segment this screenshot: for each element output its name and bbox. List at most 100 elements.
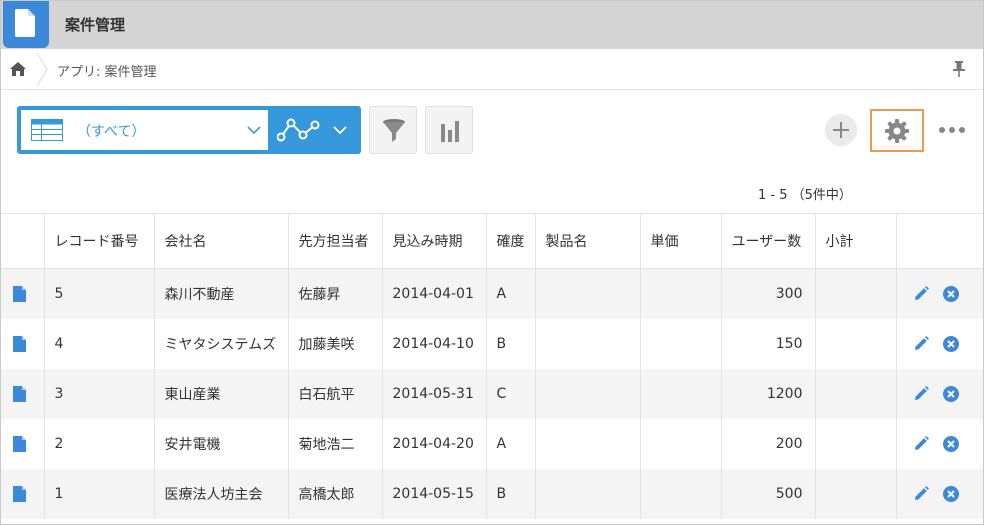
- cell-rank: A: [486, 418, 536, 469]
- pin-icon[interactable]: [951, 60, 967, 78]
- document-icon[interactable]: [13, 485, 26, 502]
- column-header[interactable]: 確度: [486, 213, 536, 269]
- cell-subtotal: [815, 368, 897, 419]
- ellipsis-icon[interactable]: [937, 121, 967, 139]
- gear-icon: [885, 119, 909, 143]
- cell-subtotal: [815, 418, 897, 469]
- cell-contact: 白石航平: [288, 368, 383, 419]
- table-row[interactable]: 2 安井電機 菊地浩二 2014-04-20 A 200: [1, 418, 983, 469]
- cell-users: 300: [721, 268, 816, 319]
- row-action-cell: [896, 368, 983, 419]
- document-icon[interactable]: [13, 385, 26, 402]
- cell-id: 4: [44, 318, 155, 369]
- cell-contact: 高橋太郎: [288, 468, 383, 519]
- column-header[interactable]: ユーザー数: [721, 213, 816, 269]
- cell-company: 医療法人坊主会: [154, 468, 289, 519]
- row-action-cell: [896, 418, 983, 469]
- column-header[interactable]: 小計: [815, 213, 897, 269]
- cell-users: 500: [721, 468, 816, 519]
- column-header[interactable]: レコード番号: [44, 213, 155, 269]
- column-header[interactable]: 単価: [640, 213, 722, 269]
- cell-rank: B: [486, 318, 536, 369]
- cell-price: [640, 268, 722, 319]
- row-detail-cell: [1, 318, 45, 369]
- column-header[interactable]: 製品名: [535, 213, 641, 269]
- record-count: 1 - 5 （5件中）: [758, 188, 852, 203]
- close-circle-icon[interactable]: [942, 485, 959, 502]
- cell-rank: C: [486, 368, 536, 419]
- cell-subtotal: [815, 268, 897, 319]
- table-row[interactable]: 3 東山産業 白石航平 2014-05-31 C 1200: [1, 368, 983, 419]
- cell-price: [640, 368, 722, 419]
- pencil-icon[interactable]: [913, 435, 929, 452]
- cell-subtotal: [815, 318, 897, 369]
- settings-button[interactable]: [870, 109, 924, 152]
- cell-id: 1: [44, 468, 155, 519]
- row-detail-cell: [1, 268, 45, 319]
- app-header: 案件管理: [1, 1, 983, 49]
- table-header-row: レコード番号 会社名 先方担当者 見込み時期 確度 製品名 単価 ユーザー数 小…: [1, 213, 983, 269]
- add-record-button[interactable]: [825, 114, 857, 146]
- cell-product: [535, 418, 641, 469]
- chevron-down-icon: [247, 126, 261, 135]
- cell-id: 2: [44, 418, 155, 469]
- plus-icon: [833, 122, 849, 138]
- cell-company: 安井電機: [154, 418, 289, 469]
- row-action-cell: [896, 318, 983, 369]
- pencil-icon[interactable]: [913, 285, 929, 302]
- cell-contact: 菊地浩二: [288, 418, 383, 469]
- cell-product: [535, 268, 641, 319]
- close-circle-icon[interactable]: [942, 385, 959, 402]
- graph-button[interactable]: [425, 106, 473, 154]
- cell-users: 1200: [721, 368, 816, 419]
- document-icon[interactable]: [13, 435, 26, 452]
- cell-price: [640, 418, 722, 469]
- cell-rank: A: [486, 268, 536, 319]
- header-icon-cell: [1, 213, 45, 269]
- view-label: （すべて）: [77, 124, 146, 140]
- cell-company: 森川不動産: [154, 268, 289, 319]
- chevron-down-icon[interactable]: [333, 125, 347, 135]
- funnel-icon: [383, 119, 405, 142]
- app-title: 案件管理: [65, 16, 126, 34]
- document-icon[interactable]: [13, 335, 26, 352]
- breadcrumb-separator: [36, 53, 48, 86]
- document-icon[interactable]: [13, 285, 26, 302]
- column-header[interactable]: 見込み時期: [382, 213, 487, 269]
- table-row[interactable]: 1 医療法人坊主会 高橋太郎 2014-05-15 B 500: [1, 468, 983, 519]
- document-app-icon[interactable]: [3, 1, 49, 48]
- cell-contact: 佐藤昇: [288, 268, 383, 319]
- cell-company: 東山産業: [154, 368, 289, 419]
- pencil-icon[interactable]: [913, 385, 929, 402]
- breadcrumb: アプリ: 案件管理: [1, 49, 983, 90]
- cell-date: 2014-04-10: [382, 318, 487, 369]
- cell-date: 2014-05-15: [382, 468, 487, 519]
- cell-users: 200: [721, 418, 816, 469]
- row-detail-cell: [1, 418, 45, 469]
- pencil-icon[interactable]: [913, 485, 929, 502]
- close-circle-icon[interactable]: [942, 285, 959, 302]
- pencil-icon[interactable]: [913, 335, 929, 352]
- cell-id: 3: [44, 368, 155, 419]
- breadcrumb-app-link[interactable]: アプリ: 案件管理: [57, 61, 157, 80]
- home-icon[interactable]: [9, 61, 27, 77]
- table-row[interactable]: 4 ミヤタシステムズ 加藤美咲 2014-04-10 B 150: [1, 318, 983, 369]
- cell-price: [640, 468, 722, 519]
- cell-subtotal: [815, 468, 897, 519]
- view-dropdown[interactable]: （すべて）: [21, 110, 268, 150]
- table-row[interactable]: 5 森川不動産 佐藤昇 2014-04-01 A 300: [1, 268, 983, 319]
- row-detail-cell: [1, 468, 45, 519]
- close-circle-icon[interactable]: [942, 335, 959, 352]
- row-detail-cell: [1, 368, 45, 419]
- filter-button[interactable]: [369, 106, 417, 154]
- column-header[interactable]: 会社名: [154, 213, 289, 269]
- column-header[interactable]: 先方担当者: [288, 213, 383, 269]
- close-circle-icon[interactable]: [942, 435, 959, 452]
- app-window: 案件管理 アプリ: 案件管理 （すべて） 1 - 5 （5件中） レコード番号 …: [0, 0, 984, 525]
- cell-id: 5: [44, 268, 155, 319]
- record-table: レコード番号 会社名 先方担当者 見込み時期 確度 製品名 単価 ユーザー数 小…: [1, 213, 983, 519]
- cell-product: [535, 468, 641, 519]
- row-action-cell: [896, 268, 983, 319]
- view-selector: （すべて）: [17, 106, 361, 154]
- line-graph-icon[interactable]: [277, 117, 321, 143]
